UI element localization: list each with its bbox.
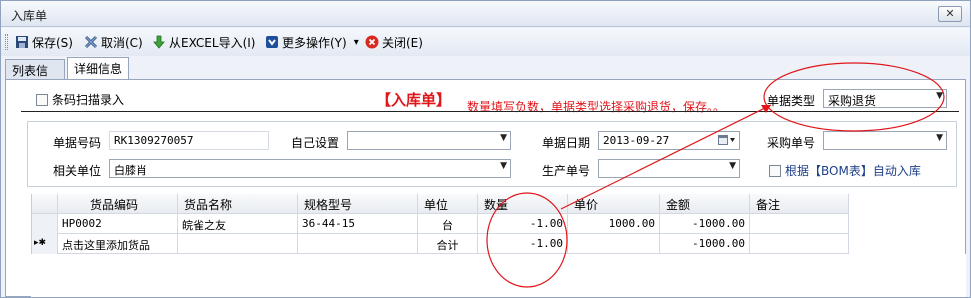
close-label: 关闭(E) — [382, 35, 423, 50]
chevron-down-icon: ▼ — [936, 133, 943, 143]
doc-date-picker[interactable]: 2013-09-27 — [598, 131, 740, 150]
total-empty-price — [568, 234, 660, 254]
import-excel-button[interactable]: 从EXCEL导入(I) — [152, 33, 255, 51]
chevron-down-icon: ▼ — [500, 161, 507, 171]
chevron-down-icon: ▼ — [936, 91, 943, 101]
tab-detail-info[interactable]: 详细信息 — [67, 57, 129, 79]
chevron-down-icon: ▼ — [729, 161, 736, 171]
toolbar: 保存(S) 取消(C) 从EXCEL导入(I) 更多操作(Y) ▾ 关闭(E) — [1, 28, 970, 56]
doc-type-value: 采购退货 — [828, 94, 877, 108]
doc-no-field[interactable]: RK1309270057 — [109, 131, 269, 150]
grid-background — [31, 254, 966, 297]
cancel-x-icon — [84, 35, 98, 49]
cell-qty[interactable]: -1.00 — [478, 214, 568, 234]
doc-date-label: 单据日期 — [542, 136, 591, 150]
col-header-unit[interactable]: 单位 — [418, 194, 478, 214]
doc-type-label: 单据类型 — [767, 94, 816, 108]
bom-auto-checkbox[interactable]: 根据【BOM表】自动入库 — [769, 162, 921, 179]
title-bar: 入库单 ✕ — [1, 1, 970, 27]
total-empty-name — [178, 234, 298, 254]
toolbar-grip — [5, 34, 8, 50]
purchase-no-select[interactable]: ▼ — [823, 131, 947, 150]
close-circle-icon — [365, 35, 379, 49]
doc-no-value: RK1309270057 — [114, 134, 194, 147]
self-setting-label: 自己设置 — [291, 136, 340, 150]
more-actions-icon — [265, 35, 279, 49]
col-header-name[interactable]: 货品名称 — [178, 194, 298, 214]
import-excel-label: 从EXCEL导入(I) — [169, 35, 256, 50]
save-button[interactable]: 保存(S) — [15, 33, 73, 51]
total-qty: -1.00 — [478, 234, 568, 254]
bom-auto-checkbox-box[interactable] — [769, 164, 781, 177]
row-indicator — [32, 214, 58, 234]
related-unit-select[interactable]: 白膝肖 ▼ — [109, 159, 511, 178]
related-unit-label: 相关单位 — [53, 164, 102, 178]
barcode-scan-label: 条码扫描录入 — [52, 93, 125, 107]
col-header-remark[interactable]: 备注 — [750, 194, 849, 214]
header-divider — [21, 111, 959, 112]
doc-no-label: 单据号码 — [53, 136, 102, 150]
cancel-label: 取消(C) — [101, 35, 143, 50]
cell-remark[interactable] — [750, 214, 849, 234]
calendar-icon[interactable] — [718, 134, 736, 149]
cell-spec[interactable]: 36-44-15 — [298, 214, 418, 234]
more-actions-label: 更多操作(Y) — [282, 35, 347, 50]
total-empty-remark — [750, 234, 849, 254]
col-header-amount[interactable]: 金额 — [660, 194, 750, 214]
grid-total-row[interactable]: ▸✱ 点击这里添加货品 合计 -1.00 -1000.00 — [32, 234, 849, 254]
instruction-note: 数量填写负数，单据类型选择采购退货，保存。。 — [467, 100, 726, 114]
doc-type-select[interactable]: 采购退货 ▼ — [823, 89, 947, 108]
cell-code[interactable]: HP0002 — [58, 214, 178, 234]
stock-in-window: 入库单 ✕ 保存(S) 取消(C) 从EXCEL导入(I) 更多操作(Y) ▾ … — [0, 0, 971, 298]
related-unit-value: 白膝肖 — [114, 164, 147, 177]
new-row-marker-icon: ▸✱ — [32, 234, 58, 254]
barcode-scan-checkbox[interactable]: 条码扫描录入 — [36, 91, 124, 108]
row-indicator-header — [32, 194, 58, 214]
production-no-select[interactable]: ▼ — [598, 159, 740, 178]
add-item-row[interactable]: 点击这里添加货品 — [58, 234, 178, 254]
col-header-code[interactable]: 货品编码 — [58, 194, 178, 214]
tab-list-info[interactable]: 列表信息 — [5, 59, 65, 95]
page-heading: 【入库单】 — [376, 91, 452, 109]
col-header-qty[interactable]: 数量 — [478, 194, 568, 214]
window-close-button[interactable]: ✕ — [938, 6, 962, 22]
total-amount: -1000.00 — [660, 234, 750, 254]
chevron-down-icon: ▼ — [500, 133, 507, 143]
items-grid: 货品编码 货品名称 规格型号 单位 数量 单价 金额 备注 HP0002 皖雀之… — [31, 194, 849, 254]
floppy-disk-icon — [15, 35, 29, 49]
cell-price[interactable]: 1000.00 — [568, 214, 660, 234]
cell-amount[interactable]: -1000.00 — [660, 214, 750, 234]
barcode-scan-checkbox-box[interactable] — [36, 93, 48, 106]
window-title: 入库单 — [11, 9, 48, 23]
purchase-no-label: 采购单号 — [767, 136, 816, 150]
doc-date-value: 2013-09-27 — [603, 134, 670, 147]
bom-auto-label: 根据【BOM表】自动入库 — [785, 164, 921, 178]
download-arrow-icon — [152, 35, 166, 49]
cell-name[interactable]: 皖雀之友 — [178, 214, 298, 234]
save-label: 保存(S) — [32, 35, 73, 50]
total-label: 合计 — [418, 234, 478, 254]
more-actions-button[interactable]: 更多操作(Y) ▾ — [265, 33, 359, 51]
col-header-spec[interactable]: 规格型号 — [298, 194, 418, 214]
col-header-price[interactable]: 单价 — [568, 194, 660, 214]
grid-header-row: 货品编码 货品名称 规格型号 单位 数量 单价 金额 备注 — [32, 194, 849, 214]
table-row[interactable]: HP0002 皖雀之友 36-44-15 台 -1.00 1000.00 -10… — [32, 214, 849, 234]
production-no-label: 生产单号 — [542, 164, 591, 178]
close-button[interactable]: 关闭(E) — [365, 33, 423, 51]
self-setting-select[interactable]: ▼ — [347, 131, 511, 150]
total-empty-spec — [298, 234, 418, 254]
cell-unit[interactable]: 台 — [418, 214, 478, 234]
cancel-button[interactable]: 取消(C) — [84, 33, 143, 51]
more-actions-dropdown-arrow: ▾ — [353, 36, 359, 48]
